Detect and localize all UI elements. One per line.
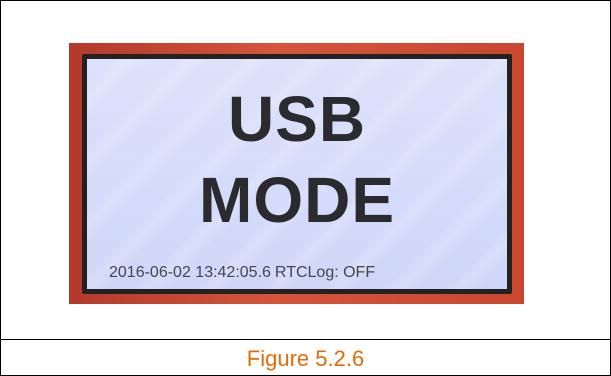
figure-caption: Figure 5.2.6 — [246, 346, 365, 371]
timestamp-text: 2016-06-02 13:42:05.6 — [109, 264, 271, 281]
lcd-screen: USB MODE 2016-06-02 13:42:05.6 RTCLog: OF… — [87, 59, 507, 289]
status-bar: 2016-06-02 13:42:05.6 RTCLog: OFF — [109, 264, 375, 282]
display-bezel: USB MODE 2016-06-02 13:42:05.6 RTCLog: OF… — [82, 54, 512, 294]
mode-title-line1: USB — [227, 83, 367, 155]
device-photo: USB MODE 2016-06-02 13:42:05.6 RTCLog: OF… — [69, 43, 524, 304]
caption-divider — [0, 339, 611, 340]
log-status: Log: OFF — [307, 264, 376, 281]
rtc-label: RTC — [274, 264, 308, 281]
mode-title-line2: MODE — [199, 164, 395, 236]
